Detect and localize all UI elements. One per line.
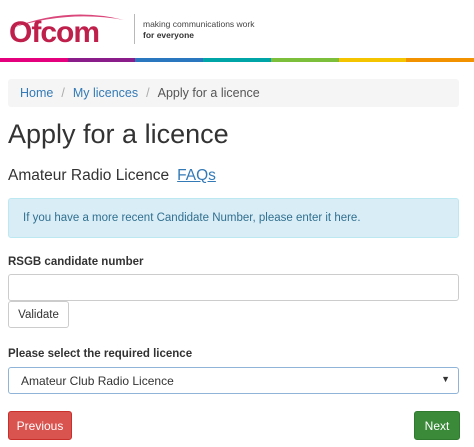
site-header: Ofcom making communications work for eve…: [0, 0, 474, 62]
candidate-number-label: RSGB candidate number: [8, 256, 144, 268]
stripe-segment: [67, 58, 136, 62]
stripe-segment: [338, 58, 407, 62]
breadcrumb-separator: /: [146, 86, 150, 100]
licence-type-heading: Amateur Radio Licence FAQs: [8, 167, 216, 185]
licence-select-label: Please select the required licence: [8, 348, 193, 360]
licence-type-label: Amateur Radio Licence: [8, 167, 170, 184]
candidate-number-input[interactable]: [8, 274, 459, 301]
breadcrumb: Home / My licences / Apply for a licence: [8, 79, 459, 107]
tagline: making communications work for everyone: [143, 19, 254, 41]
info-alert-text: If you have a more recent Candidate Numb…: [23, 212, 361, 224]
page-title: Apply for a licence: [8, 119, 229, 149]
stripe-segment: [135, 58, 204, 62]
ofcom-logo[interactable]: Ofcom: [8, 6, 130, 46]
faqs-link[interactable]: FAQs: [177, 167, 216, 184]
breadcrumb-my-licences-link[interactable]: My licences: [73, 86, 138, 100]
breadcrumb-home-link[interactable]: Home: [20, 86, 53, 100]
stripe-segment: [270, 58, 339, 62]
previous-button[interactable]: Previous: [8, 411, 72, 440]
licence-select-value: Amateur Club Radio Licence: [21, 373, 174, 388]
tagline-divider: [134, 14, 135, 44]
stripe-segment: [406, 58, 474, 62]
chevron-down-icon: ▼: [441, 374, 450, 384]
brand-color-stripe: [0, 58, 474, 62]
breadcrumb-current: Apply for a licence: [157, 86, 260, 100]
info-alert: If you have a more recent Candidate Numb…: [8, 198, 459, 238]
breadcrumb-separator: /: [61, 86, 65, 100]
tagline-line-1: making communications work: [143, 19, 255, 29]
stripe-segment: [0, 58, 68, 62]
validate-button[interactable]: Validate: [8, 301, 69, 328]
logo-text: Ofcom: [9, 16, 99, 46]
next-button[interactable]: Next: [414, 411, 460, 440]
tagline-line-2: for everyone: [143, 30, 195, 40]
stripe-segment: [203, 58, 271, 62]
licence-select[interactable]: Amateur Club Radio Licence ▼: [8, 367, 459, 394]
